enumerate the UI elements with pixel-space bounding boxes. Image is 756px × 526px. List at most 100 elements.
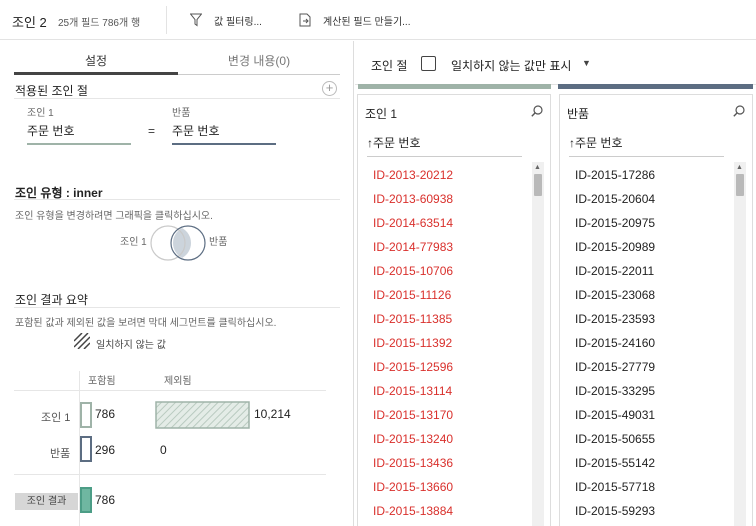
list-item[interactable]: ID-2015-11392 xyxy=(373,336,453,360)
summary-row-label: 반품 xyxy=(50,448,71,460)
join-type-venn-diagram[interactable] xyxy=(148,224,208,262)
left-source-label: 조인 1 xyxy=(27,108,54,119)
tab-changes[interactable]: 변경 내용(0) xyxy=(178,49,340,75)
list-item[interactable]: ID-2013-20212 xyxy=(373,168,453,192)
list-item[interactable]: ID-2015-22011 xyxy=(575,264,655,288)
included-bar-join1[interactable] xyxy=(80,402,92,428)
add-clause-icon[interactable]: + xyxy=(322,81,337,96)
order-id-column-header[interactable]: ↑주문 번호 xyxy=(569,134,724,157)
returns-values-panel: 반품 ↑주문 번호 ID-2015-17286 ID-2015-20604 ID-2… xyxy=(559,94,753,526)
search-icon[interactable] xyxy=(531,105,543,117)
create-calc-field-button[interactable]: 계산된 필드 만들기... xyxy=(299,10,411,30)
included-bar-returns[interactable] xyxy=(80,436,92,462)
list-item[interactable]: ID-2015-20989 xyxy=(575,240,655,264)
list-item[interactable]: ID-2015-23068 xyxy=(575,288,655,312)
included-column-header: 포함됨 xyxy=(88,376,116,387)
join-summary-title: 조인 결과 요약 xyxy=(15,293,88,307)
search-icon[interactable] xyxy=(733,105,745,117)
included-count-join1: 786 xyxy=(95,407,116,421)
unmatched-only-label[interactable]: 일치하지 않는 값만 표시 xyxy=(451,57,571,74)
list-item[interactable]: ID-2015-17286 xyxy=(575,168,655,192)
list-item[interactable]: ID-2015-59293 xyxy=(575,504,655,526)
join-summary-hint: 포함된 값과 제외된 값을 보려면 막대 세그먼트를 클릭하십시오. xyxy=(15,318,277,329)
summary-row-label: 조인 1 xyxy=(41,412,71,424)
list-item[interactable]: ID-2015-55142 xyxy=(575,456,655,480)
right-source-label: 반품 xyxy=(172,108,191,119)
section-divider xyxy=(14,98,340,99)
right-join-field[interactable]: 주문 번호 xyxy=(172,122,276,145)
toolbar-divider xyxy=(166,6,167,34)
excluded-column-header: 제외됨 xyxy=(164,376,192,387)
settings-panel: 설정 변경 내용(0) 적용된 조인 절 + 조인 1 반품 주문 번호 = 주… xyxy=(0,41,354,526)
list-item[interactable]: ID-2015-11126 xyxy=(373,288,453,312)
filter-icon xyxy=(190,13,202,27)
scrollbar[interactable]: ▲ xyxy=(532,162,544,526)
join-clause-header: 조인 절 일치하지 않는 값만 표시 ▼ xyxy=(355,41,756,85)
list-item[interactable]: ID-2015-11385 xyxy=(373,312,453,336)
join-result-bar[interactable] xyxy=(80,487,92,513)
excluded-count-returns: 0 xyxy=(160,443,167,457)
list-item[interactable]: ID-2015-57718 xyxy=(575,480,655,504)
tab-settings[interactable]: 설정 xyxy=(14,49,178,75)
panel-title: 조인 1 xyxy=(365,107,398,121)
section-divider xyxy=(14,199,340,200)
join1-values-panel: 조인 1 ↑주문 번호 ID-2013-20212 ID-2013-60938 ID… xyxy=(357,94,551,526)
list-item[interactable]: ID-2013-60938 xyxy=(373,192,453,216)
scrollbar[interactable]: ▲ xyxy=(734,162,746,526)
list-item[interactable]: ID-2015-20975 xyxy=(575,216,655,240)
left-join-field[interactable]: 주문 번호 xyxy=(27,122,131,145)
chevron-down-icon[interactable]: ▼ xyxy=(582,58,591,68)
list-item[interactable]: ID-2015-33295 xyxy=(575,384,655,408)
filter-values-label: 값 필터링... xyxy=(214,16,262,28)
join-result-count: 786 xyxy=(95,493,116,507)
applied-clauses-title: 적용된 조인 절 xyxy=(15,84,88,98)
list-item[interactable]: ID-2015-13240 xyxy=(373,432,453,456)
scrollbar-thumb[interactable] xyxy=(534,174,542,196)
included-count-returns: 296 xyxy=(95,443,116,457)
join1-value-list: ID-2013-20212 ID-2013-60938 ID-2014-63514 I… xyxy=(373,168,453,526)
list-item[interactable]: ID-2015-49031 xyxy=(575,408,655,432)
venn-left-label: 조인 1 xyxy=(120,237,147,248)
join-type-hint: 조인 유형을 변경하려면 그래픽을 클릭하십시오. xyxy=(15,211,213,222)
list-item[interactable]: ID-2015-13884 xyxy=(373,504,453,526)
list-item[interactable]: ID-2015-24160 xyxy=(575,336,655,360)
section-divider xyxy=(14,307,340,308)
scroll-up-icon[interactable]: ▲ xyxy=(736,164,743,171)
join-operator[interactable]: = xyxy=(148,124,155,138)
create-calc-field-label: 계산된 필드 만들기... xyxy=(323,16,411,28)
list-item[interactable]: ID-2015-13660 xyxy=(373,480,453,504)
list-item[interactable]: ID-2015-20604 xyxy=(575,192,655,216)
join-result-label: 조인 결과 xyxy=(15,493,78,510)
join-clause-label: 조인 절 xyxy=(371,59,408,73)
settings-tabs: 설정 변경 내용(0) xyxy=(14,49,340,75)
list-item[interactable]: ID-2015-12596 xyxy=(373,360,453,384)
excluded-count-join1: 10,214 xyxy=(254,407,291,421)
list-item[interactable]: ID-2015-27779 xyxy=(575,360,655,384)
step-meta: 25개 필드 786개 행 xyxy=(58,18,141,29)
scroll-up-icon[interactable]: ▲ xyxy=(534,164,541,171)
order-id-column-header[interactable]: ↑주문 번호 xyxy=(367,134,522,157)
panel-title: 반품 xyxy=(567,107,590,121)
filter-values-button[interactable]: 값 필터링... xyxy=(190,10,262,30)
list-item[interactable]: ID-2015-13114 xyxy=(373,384,453,408)
step-title: 조인 2 xyxy=(12,15,47,30)
scrollbar-thumb[interactable] xyxy=(736,174,744,196)
venn-right-label: 반품 xyxy=(209,237,228,248)
unmatched-legend-label: 일치하지 않는 값 xyxy=(96,340,166,351)
join1-color-bar xyxy=(358,84,551,89)
calc-field-icon xyxy=(299,13,311,27)
list-item[interactable]: ID-2015-13436 xyxy=(373,456,453,480)
excluded-bar-join1[interactable] xyxy=(155,401,250,429)
list-item[interactable]: ID-2015-13170 xyxy=(373,408,453,432)
list-item[interactable]: ID-2014-63514 xyxy=(373,216,453,240)
returns-color-bar xyxy=(558,84,753,89)
summary-divider xyxy=(14,390,326,391)
returns-value-list: ID-2015-17286 ID-2015-20604 ID-2015-20975 I… xyxy=(575,168,655,526)
unmatched-hatch-icon xyxy=(74,333,90,349)
unmatched-only-checkbox[interactable] xyxy=(421,56,436,71)
list-item[interactable]: ID-2015-23593 xyxy=(575,312,655,336)
toolbar: 조인 2 25개 필드 786개 행 값 필터링... 계산된 필드 만들기..… xyxy=(0,0,756,40)
list-item[interactable]: ID-2014-77983 xyxy=(373,240,453,264)
list-item[interactable]: ID-2015-50655 xyxy=(575,432,655,456)
list-item[interactable]: ID-2015-10706 xyxy=(373,264,453,288)
